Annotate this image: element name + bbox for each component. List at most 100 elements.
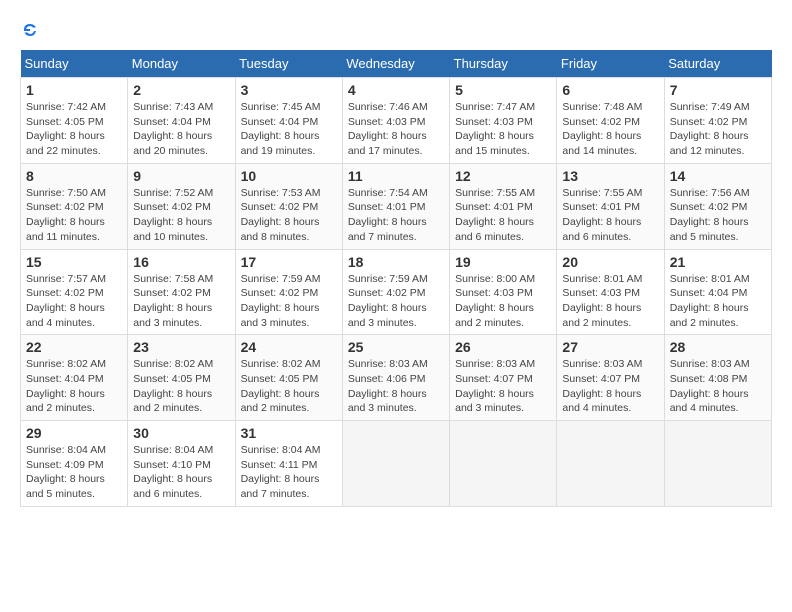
day-info: Sunrise: 7:56 AMSunset: 4:02 PMDaylight:… xyxy=(670,186,766,245)
calendar-table: SundayMondayTuesdayWednesdayThursdayFrid… xyxy=(20,50,772,507)
day-number: 17 xyxy=(241,254,337,270)
day-cell-12: 12 Sunrise: 7:55 AMSunset: 4:01 PMDaylig… xyxy=(450,163,557,249)
empty-cell xyxy=(664,421,771,507)
day-number: 16 xyxy=(133,254,229,270)
day-header-sunday: Sunday xyxy=(21,50,128,78)
day-number: 9 xyxy=(133,168,229,184)
day-cell-1: 1 Sunrise: 7:42 AMSunset: 4:05 PMDayligh… xyxy=(21,78,128,164)
day-cell-3: 3 Sunrise: 7:45 AMSunset: 4:04 PMDayligh… xyxy=(235,78,342,164)
day-cell-29: 29 Sunrise: 8:04 AMSunset: 4:09 PMDaylig… xyxy=(21,421,128,507)
day-info: Sunrise: 7:46 AMSunset: 4:03 PMDaylight:… xyxy=(348,100,444,159)
logo-icon xyxy=(20,20,40,40)
day-number: 24 xyxy=(241,339,337,355)
day-number: 26 xyxy=(455,339,551,355)
day-info: Sunrise: 7:58 AMSunset: 4:02 PMDaylight:… xyxy=(133,272,229,331)
day-header-friday: Friday xyxy=(557,50,664,78)
empty-cell xyxy=(450,421,557,507)
calendar-week-2: 8 Sunrise: 7:50 AMSunset: 4:02 PMDayligh… xyxy=(21,163,772,249)
day-cell-23: 23 Sunrise: 8:02 AMSunset: 4:05 PMDaylig… xyxy=(128,335,235,421)
empty-cell xyxy=(342,421,449,507)
day-header-thursday: Thursday xyxy=(450,50,557,78)
day-number: 1 xyxy=(26,82,122,98)
day-cell-20: 20 Sunrise: 8:01 AMSunset: 4:03 PMDaylig… xyxy=(557,249,664,335)
day-cell-25: 25 Sunrise: 8:03 AMSunset: 4:06 PMDaylig… xyxy=(342,335,449,421)
day-info: Sunrise: 7:57 AMSunset: 4:02 PMDaylight:… xyxy=(26,272,122,331)
day-number: 15 xyxy=(26,254,122,270)
day-cell-28: 28 Sunrise: 8:03 AMSunset: 4:08 PMDaylig… xyxy=(664,335,771,421)
day-number: 25 xyxy=(348,339,444,355)
day-cell-31: 31 Sunrise: 8:04 AMSunset: 4:11 PMDaylig… xyxy=(235,421,342,507)
day-number: 7 xyxy=(670,82,766,98)
calendar-week-4: 22 Sunrise: 8:02 AMSunset: 4:04 PMDaylig… xyxy=(21,335,772,421)
day-info: Sunrise: 7:48 AMSunset: 4:02 PMDaylight:… xyxy=(562,100,658,159)
calendar-week-5: 29 Sunrise: 8:04 AMSunset: 4:09 PMDaylig… xyxy=(21,421,772,507)
day-number: 23 xyxy=(133,339,229,355)
day-cell-4: 4 Sunrise: 7:46 AMSunset: 4:03 PMDayligh… xyxy=(342,78,449,164)
day-info: Sunrise: 8:02 AMSunset: 4:05 PMDaylight:… xyxy=(241,357,337,416)
day-info: Sunrise: 7:54 AMSunset: 4:01 PMDaylight:… xyxy=(348,186,444,245)
day-number: 4 xyxy=(348,82,444,98)
day-cell-13: 13 Sunrise: 7:55 AMSunset: 4:01 PMDaylig… xyxy=(557,163,664,249)
day-number: 14 xyxy=(670,168,766,184)
day-info: Sunrise: 8:03 AMSunset: 4:07 PMDaylight:… xyxy=(455,357,551,416)
day-cell-2: 2 Sunrise: 7:43 AMSunset: 4:04 PMDayligh… xyxy=(128,78,235,164)
calendar-week-1: 1 Sunrise: 7:42 AMSunset: 4:05 PMDayligh… xyxy=(21,78,772,164)
day-info: Sunrise: 7:42 AMSunset: 4:05 PMDaylight:… xyxy=(26,100,122,159)
day-cell-27: 27 Sunrise: 8:03 AMSunset: 4:07 PMDaylig… xyxy=(557,335,664,421)
day-info: Sunrise: 7:55 AMSunset: 4:01 PMDaylight:… xyxy=(455,186,551,245)
day-info: Sunrise: 7:59 AMSunset: 4:02 PMDaylight:… xyxy=(241,272,337,331)
day-cell-14: 14 Sunrise: 7:56 AMSunset: 4:02 PMDaylig… xyxy=(664,163,771,249)
day-number: 19 xyxy=(455,254,551,270)
day-number: 6 xyxy=(562,82,658,98)
day-cell-9: 9 Sunrise: 7:52 AMSunset: 4:02 PMDayligh… xyxy=(128,163,235,249)
page-header xyxy=(20,20,772,40)
day-number: 31 xyxy=(241,425,337,441)
day-number: 5 xyxy=(455,82,551,98)
day-info: Sunrise: 8:01 AMSunset: 4:03 PMDaylight:… xyxy=(562,272,658,331)
day-cell-26: 26 Sunrise: 8:03 AMSunset: 4:07 PMDaylig… xyxy=(450,335,557,421)
day-info: Sunrise: 7:45 AMSunset: 4:04 PMDaylight:… xyxy=(241,100,337,159)
day-info: Sunrise: 8:04 AMSunset: 4:09 PMDaylight:… xyxy=(26,443,122,502)
day-number: 11 xyxy=(348,168,444,184)
day-number: 18 xyxy=(348,254,444,270)
day-cell-7: 7 Sunrise: 7:49 AMSunset: 4:02 PMDayligh… xyxy=(664,78,771,164)
day-cell-30: 30 Sunrise: 8:04 AMSunset: 4:10 PMDaylig… xyxy=(128,421,235,507)
day-cell-19: 19 Sunrise: 8:00 AMSunset: 4:03 PMDaylig… xyxy=(450,249,557,335)
day-header-monday: Monday xyxy=(128,50,235,78)
day-cell-6: 6 Sunrise: 7:48 AMSunset: 4:02 PMDayligh… xyxy=(557,78,664,164)
day-number: 8 xyxy=(26,168,122,184)
day-number: 29 xyxy=(26,425,122,441)
day-info: Sunrise: 7:50 AMSunset: 4:02 PMDaylight:… xyxy=(26,186,122,245)
day-cell-24: 24 Sunrise: 8:02 AMSunset: 4:05 PMDaylig… xyxy=(235,335,342,421)
day-number: 20 xyxy=(562,254,658,270)
logo xyxy=(20,20,44,40)
day-header-tuesday: Tuesday xyxy=(235,50,342,78)
day-info: Sunrise: 7:47 AMSunset: 4:03 PMDaylight:… xyxy=(455,100,551,159)
day-number: 22 xyxy=(26,339,122,355)
day-info: Sunrise: 7:52 AMSunset: 4:02 PMDaylight:… xyxy=(133,186,229,245)
day-cell-5: 5 Sunrise: 7:47 AMSunset: 4:03 PMDayligh… xyxy=(450,78,557,164)
day-header-wednesday: Wednesday xyxy=(342,50,449,78)
day-cell-11: 11 Sunrise: 7:54 AMSunset: 4:01 PMDaylig… xyxy=(342,163,449,249)
day-info: Sunrise: 8:03 AMSunset: 4:06 PMDaylight:… xyxy=(348,357,444,416)
header-row: SundayMondayTuesdayWednesdayThursdayFrid… xyxy=(21,50,772,78)
day-info: Sunrise: 8:01 AMSunset: 4:04 PMDaylight:… xyxy=(670,272,766,331)
day-cell-10: 10 Sunrise: 7:53 AMSunset: 4:02 PMDaylig… xyxy=(235,163,342,249)
calendar-week-3: 15 Sunrise: 7:57 AMSunset: 4:02 PMDaylig… xyxy=(21,249,772,335)
day-cell-8: 8 Sunrise: 7:50 AMSunset: 4:02 PMDayligh… xyxy=(21,163,128,249)
day-info: Sunrise: 7:43 AMSunset: 4:04 PMDaylight:… xyxy=(133,100,229,159)
day-cell-18: 18 Sunrise: 7:59 AMSunset: 4:02 PMDaylig… xyxy=(342,249,449,335)
day-number: 13 xyxy=(562,168,658,184)
day-number: 30 xyxy=(133,425,229,441)
day-info: Sunrise: 8:04 AMSunset: 4:11 PMDaylight:… xyxy=(241,443,337,502)
day-header-saturday: Saturday xyxy=(664,50,771,78)
day-number: 21 xyxy=(670,254,766,270)
day-number: 10 xyxy=(241,168,337,184)
day-info: Sunrise: 8:00 AMSunset: 4:03 PMDaylight:… xyxy=(455,272,551,331)
day-info: Sunrise: 7:59 AMSunset: 4:02 PMDaylight:… xyxy=(348,272,444,331)
day-info: Sunrise: 8:02 AMSunset: 4:05 PMDaylight:… xyxy=(133,357,229,416)
day-number: 2 xyxy=(133,82,229,98)
day-info: Sunrise: 7:55 AMSunset: 4:01 PMDaylight:… xyxy=(562,186,658,245)
day-cell-21: 21 Sunrise: 8:01 AMSunset: 4:04 PMDaylig… xyxy=(664,249,771,335)
day-info: Sunrise: 7:53 AMSunset: 4:02 PMDaylight:… xyxy=(241,186,337,245)
